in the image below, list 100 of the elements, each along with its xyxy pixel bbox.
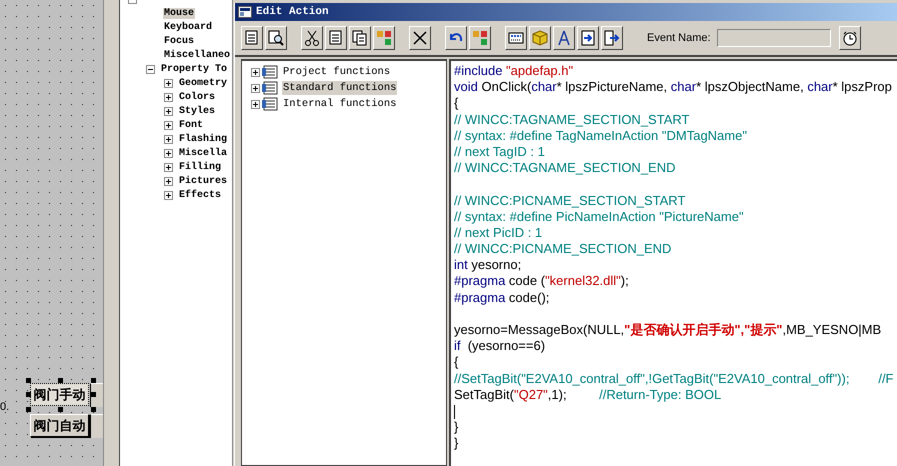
selection-handle[interactable] <box>58 407 63 412</box>
tree-item[interactable]: Filling <box>178 162 222 172</box>
toolbar-button[interactable] <box>529 26 551 50</box>
canvas-button[interactable] <box>90 414 103 438</box>
selection-handle[interactable] <box>58 378 63 383</box>
code-token: code ( <box>508 273 546 288</box>
tree-item[interactable]: Keyboard <box>163 22 214 32</box>
window-title: Edit Action <box>256 6 329 18</box>
window-icon <box>238 6 252 18</box>
collapse-icon[interactable] <box>146 64 155 74</box>
expand-icon[interactable] <box>164 148 173 158</box>
book-icon <box>262 97 278 111</box>
code-token: ,1); <box>548 386 567 402</box>
code-token: { <box>454 354 458 370</box>
code-token: // next TagID : 1 <box>454 144 545 159</box>
toolbar-button[interactable] <box>601 26 623 50</box>
canvas-button[interactable]: 阀门自动 <box>30 414 90 437</box>
toolbar-button[interactable] <box>469 26 491 50</box>
expand-icon[interactable] <box>164 106 173 116</box>
code-token: // syntax: #define PicNameInAction "PictureName" <box>454 208 744 224</box>
code-token: #include <box>454 63 502 78</box>
toolbar-button[interactable] <box>553 26 575 50</box>
event-name-label: Event Name: <box>647 32 711 44</box>
canvas-button[interactable]: 阀门手动 <box>30 383 90 406</box>
expand-icon[interactable] <box>251 84 260 92</box>
toolbar-button[interactable] <box>445 26 467 50</box>
expand-icon[interactable] <box>164 92 173 102</box>
toolbar-button[interactable] <box>373 26 395 50</box>
toolbar-button[interactable] <box>409 26 431 50</box>
code-token: #pragma <box>454 273 506 288</box>
code-token: ,MB_YESNO|MB <box>782 322 882 337</box>
code-token: OnClick( <box>480 79 532 94</box>
code-token: "是否确认开启手动","提示" <box>624 322 782 337</box>
expand-icon[interactable] <box>164 134 173 144</box>
code-token: // syntax: #define TagNameInAction "DMTagName" <box>454 128 747 143</box>
expand-icon[interactable] <box>164 120 173 130</box>
code-editor[interactable] <box>449 59 897 466</box>
code-token: yesorno; <box>470 257 522 272</box>
expand-icon[interactable] <box>164 190 173 200</box>
selection-handle[interactable] <box>91 392 96 397</box>
expand-icon[interactable] <box>164 162 173 172</box>
selection-handle[interactable] <box>26 378 31 383</box>
tree-item[interactable]: Effects <box>178 190 222 200</box>
tree-item[interactable]: Font <box>178 120 204 130</box>
tree-item[interactable]: Focus <box>163 36 196 46</box>
tree-item[interactable]: Property To <box>160 64 228 74</box>
code-token: char <box>670 79 696 94</box>
documents-icon <box>351 29 369 47</box>
function-category[interactable]: Standard functions <box>282 81 398 95</box>
canvas-label: 0. <box>0 401 10 413</box>
tree-item[interactable]: Miscella <box>178 148 228 158</box>
code-token: char <box>807 79 833 94</box>
toolbar-button[interactable] <box>349 26 371 50</box>
code-token: } <box>454 435 458 450</box>
arrow-right-icon <box>603 29 621 47</box>
toolbar-button[interactable] <box>301 26 323 50</box>
code-token: SetTagBit( <box>454 386 514 402</box>
timer-button[interactable] <box>838 26 861 50</box>
tree-item[interactable]: Colors <box>178 92 216 102</box>
function-category[interactable]: Project functions <box>282 65 392 79</box>
toolbar-button[interactable] <box>265 26 287 50</box>
tree-item[interactable]: Miscellaneo <box>163 50 232 60</box>
scissors-icon <box>303 29 321 47</box>
toolbar-button[interactable] <box>241 26 263 50</box>
function-category[interactable]: Internal functions <box>282 97 398 111</box>
expand-icon[interactable] <box>251 68 260 76</box>
text-cursor <box>454 404 455 418</box>
code-token: if <box>454 338 460 354</box>
tree-item[interactable]: Pictures <box>178 176 228 186</box>
code-token: { <box>454 95 458 110</box>
code-token: // WINCC:PICNAME_SECTION_END <box>454 241 672 256</box>
selection-handle[interactable] <box>91 378 96 383</box>
code-token: #pragma <box>454 290 506 305</box>
canvas-button[interactable] <box>90 383 103 407</box>
alarm-clock-icon <box>840 29 859 47</box>
code-token: code(); <box>508 290 550 305</box>
book-icon <box>262 81 278 95</box>
magnifier-icon <box>267 29 285 47</box>
code-token: "kernel32.dll" <box>545 273 621 288</box>
expand-icon[interactable] <box>164 176 173 186</box>
close-icon <box>411 29 429 47</box>
code-token: void <box>454 79 478 94</box>
expand-icon[interactable] <box>251 100 260 108</box>
code-token: int <box>454 257 468 272</box>
expand-icon[interactable] <box>164 78 173 88</box>
toolbar-button[interactable] <box>505 26 527 50</box>
code-token: // WINCC:TAGNAME_SECTION_END <box>454 160 676 176</box>
tree-item[interactable]: Styles <box>178 106 216 116</box>
tree-item[interactable]: Flashing <box>178 134 228 144</box>
tree-item[interactable]: Mouse <box>163 8 196 18</box>
splitter-bar[interactable] <box>103 0 120 466</box>
code-token: * lpszPictureName, <box>556 79 668 94</box>
selection-handle[interactable] <box>26 392 31 397</box>
code-token: // next PicID : 1 <box>454 224 542 240</box>
toolbar-button[interactable] <box>325 26 347 50</box>
selection-handle[interactable] <box>26 407 31 412</box>
selection-handle[interactable] <box>91 407 96 412</box>
tree-item[interactable]: Geometry <box>178 78 228 88</box>
toolbar-button[interactable] <box>577 26 599 50</box>
code-token: ); <box>620 273 629 288</box>
